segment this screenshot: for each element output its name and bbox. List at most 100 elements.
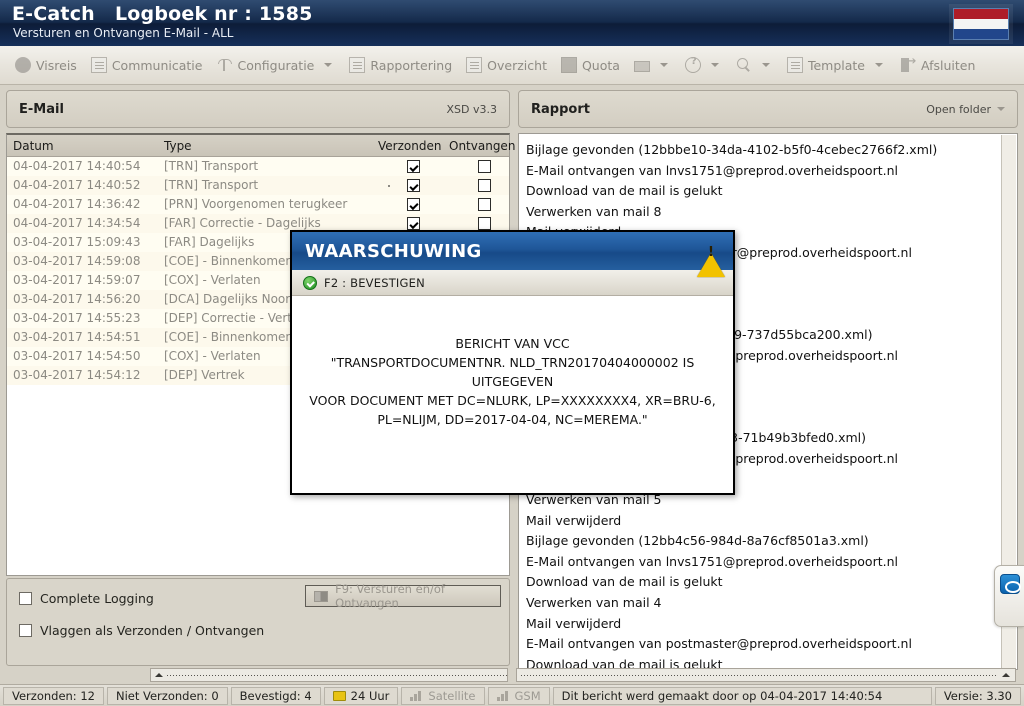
- toolbar-item-overzicht[interactable]: Overzicht: [459, 54, 554, 76]
- row-verzonden-checkbox[interactable]: [407, 217, 420, 230]
- rapport-log-line: E-Mail ontvangen van postmaster@preprod.…: [526, 636, 912, 652]
- dialog-confirm-bar[interactable]: F2 : BEVESTIGEN: [292, 270, 733, 296]
- row-type: [COE] - Binnenkomen: [164, 330, 294, 344]
- xsd-version-label: XSD v3.3: [446, 102, 498, 116]
- splitter-up-arrow-icon[interactable]: [155, 673, 163, 677]
- email-options-panel: Complete Logging Vlaggen als Verzonden /…: [6, 578, 510, 666]
- title-bar: E-Catch Logboek nr : 1585 Versturen en O…: [0, 0, 1024, 46]
- row-ontvangen-checkbox[interactable]: [478, 179, 491, 192]
- table-row[interactable]: 04-04-2017 14:40:54 [TRN] Transport: [7, 157, 509, 176]
- row-verzonden-checkbox[interactable]: [407, 160, 420, 173]
- status-versie: Versie: 3.30: [934, 686, 1021, 705]
- teamviewer-icon[interactable]: [1000, 574, 1021, 594]
- splitter-grip-2: [521, 674, 998, 676]
- window-subtitle: Versturen en Ontvangen E-Mail - ALL: [13, 26, 234, 40]
- clock-icon: [332, 690, 346, 701]
- row-type: [COE] - Binnenkomen: [164, 254, 294, 268]
- vlaggen-row[interactable]: Vlaggen als Verzonden / Ontvangen: [19, 623, 264, 638]
- row-ontvangen-checkbox[interactable]: [478, 217, 491, 230]
- table-row[interactable]: 04-04-2017 14:36:42 [PRN] Voorgenomen ter…: [7, 195, 509, 214]
- email-panel-title: E-Mail: [19, 101, 64, 117]
- row-ontvangen-checkbox[interactable]: [478, 160, 491, 173]
- rapport-panel-title: Rapport: [531, 101, 590, 117]
- row-datum: 04-04-2017 14:40:52: [13, 178, 141, 192]
- toolbar-item-communicatie[interactable]: Communicatie: [84, 54, 210, 76]
- overview-icon: [466, 57, 483, 73]
- rapport-log-line: Mail verwijderd: [526, 615, 622, 631]
- row-verzonden-checkbox[interactable]: [407, 198, 420, 211]
- rapport-log-line: Download van de mail is gelukt: [526, 183, 723, 199]
- row-type: [DEP] Vertrek: [164, 368, 245, 382]
- dialog-title-bar: WAARSCHUWING !: [292, 232, 733, 277]
- status-uur[interactable]: 24 Uur: [323, 686, 399, 705]
- template-icon: [786, 57, 803, 73]
- toolbar-item-visreis[interactable]: Visreis: [8, 54, 84, 76]
- row-type: [DCA] Dagelijks Noorw: [164, 292, 301, 306]
- column-header-datum[interactable]: Datum: [13, 139, 54, 153]
- status-satellite-label: Satellite: [428, 688, 476, 703]
- splitter-up-arrow-icon-2[interactable]: [1002, 673, 1010, 677]
- row-type: [FAR] Correctie - Dagelijks: [164, 216, 321, 230]
- status-uur-label: 24 Uur: [350, 688, 390, 703]
- row-datum: 03-04-2017 14:56:20: [13, 292, 141, 306]
- row-datum: 03-04-2017 14:54:51: [13, 330, 141, 344]
- app-name: E-Catch: [12, 3, 95, 25]
- column-header-verzonden[interactable]: Verzonden: [378, 139, 441, 153]
- toolbar-item-quota[interactable]: Quota: [554, 54, 627, 76]
- toolbar-item-configuratie[interactable]: Configuratie: [209, 54, 342, 76]
- toolbar-item-label: Afsluiten: [921, 57, 976, 73]
- toolbar-item-label: Template: [807, 57, 865, 73]
- message-icon: [90, 57, 107, 73]
- row-datum: 03-04-2017 15:09:43: [13, 235, 141, 249]
- chevron-down-icon[interactable]: [997, 107, 1005, 111]
- status-satellite: Satellite: [401, 686, 485, 705]
- rapport-splitter-handle[interactable]: [516, 668, 1016, 682]
- email-table-header: Datum Type Verzonden Ontvangen: [7, 135, 515, 157]
- complete-logging-checkbox[interactable]: [19, 592, 32, 605]
- send-receive-icon: [314, 590, 329, 602]
- send-receive-button[interactable]: F9: Versturen en/of Ontvangen: [305, 582, 501, 610]
- table-row[interactable]: 04-04-2017 14:40:52 [TRN] Transport: [7, 176, 509, 195]
- rapport-panel-header: Rapport Open folder: [518, 90, 1018, 128]
- row-verzonden-checkbox[interactable]: [407, 179, 420, 192]
- toolbar-item-rapportering[interactable]: Rapportering: [342, 54, 459, 76]
- exit-icon: [900, 56, 916, 73]
- dialog-title: WAARSCHUWING: [305, 240, 482, 262]
- toolbar-item-help[interactable]: [678, 54, 729, 76]
- row-type: [PRN] Voorgenomen terugkeer: [164, 197, 348, 211]
- toolbar-item-template[interactable]: Template: [780, 54, 893, 76]
- dialog-message: BERICHT VAN VCC "TRANSPORTDOCUMENTNR. NLD…: [292, 296, 733, 429]
- open-folder-button[interactable]: Open folder: [926, 103, 1005, 116]
- toolbar-item-window[interactable]: [627, 55, 678, 75]
- vlaggen-checkbox[interactable]: [19, 624, 32, 637]
- warning-dialog[interactable]: WAARSCHUWING ! F2 : BEVESTIGEN BERICHT V…: [290, 230, 735, 495]
- complete-logging-row[interactable]: Complete Logging: [19, 591, 154, 606]
- teamviewer-tab[interactable]: [994, 565, 1024, 627]
- column-header-type[interactable]: Type: [164, 139, 192, 153]
- email-panel-header: E-Mail XSD v3.3: [6, 90, 510, 128]
- tree-icon: [216, 57, 233, 73]
- row-type: [DEP] Correctie - Vertr: [164, 311, 297, 325]
- chevron-down-icon[interactable]: [324, 63, 333, 67]
- signal-bars-icon-gsm: [496, 691, 510, 701]
- dialog-message-line: BERICHT VAN VCC: [455, 336, 570, 351]
- rapport-log-line: E-Mail ontvangen van lnvs1751@preprod.ov…: [526, 162, 898, 178]
- row-type: [TRN] Transport: [164, 159, 259, 173]
- row-datum: 03-04-2017 14:54:50: [13, 349, 141, 363]
- chevron-down-icon[interactable]: [875, 63, 883, 67]
- signal-bars-icon: [410, 691, 423, 701]
- main-toolbar: Visreis Communicatie Configuratie Rapporter…: [0, 46, 1024, 85]
- splitter-grip: [167, 674, 507, 676]
- chevron-down-icon[interactable]: [710, 63, 719, 67]
- chevron-down-icon[interactable]: [659, 63, 668, 67]
- column-header-ontvangen[interactable]: Ontvangen: [449, 139, 515, 153]
- email-splitter-handle[interactable]: [150, 668, 508, 682]
- toolbar-item-afsluiten[interactable]: Afsluiten: [893, 54, 982, 76]
- open-folder-label: Open folder: [926, 102, 991, 116]
- dialog-message-line: "TRANSPORTDOCUMENTNR. NLD_TRN20170404000…: [330, 355, 695, 389]
- status-message: Dit bericht werd gemaakt door op 04-04-2…: [552, 686, 932, 705]
- toolbar-item-search[interactable]: [729, 54, 780, 76]
- chevron-down-icon[interactable]: [761, 63, 770, 67]
- row-ontvangen-checkbox[interactable]: [478, 198, 491, 211]
- status-niet-verzonden: Niet Verzonden: 0: [106, 686, 228, 705]
